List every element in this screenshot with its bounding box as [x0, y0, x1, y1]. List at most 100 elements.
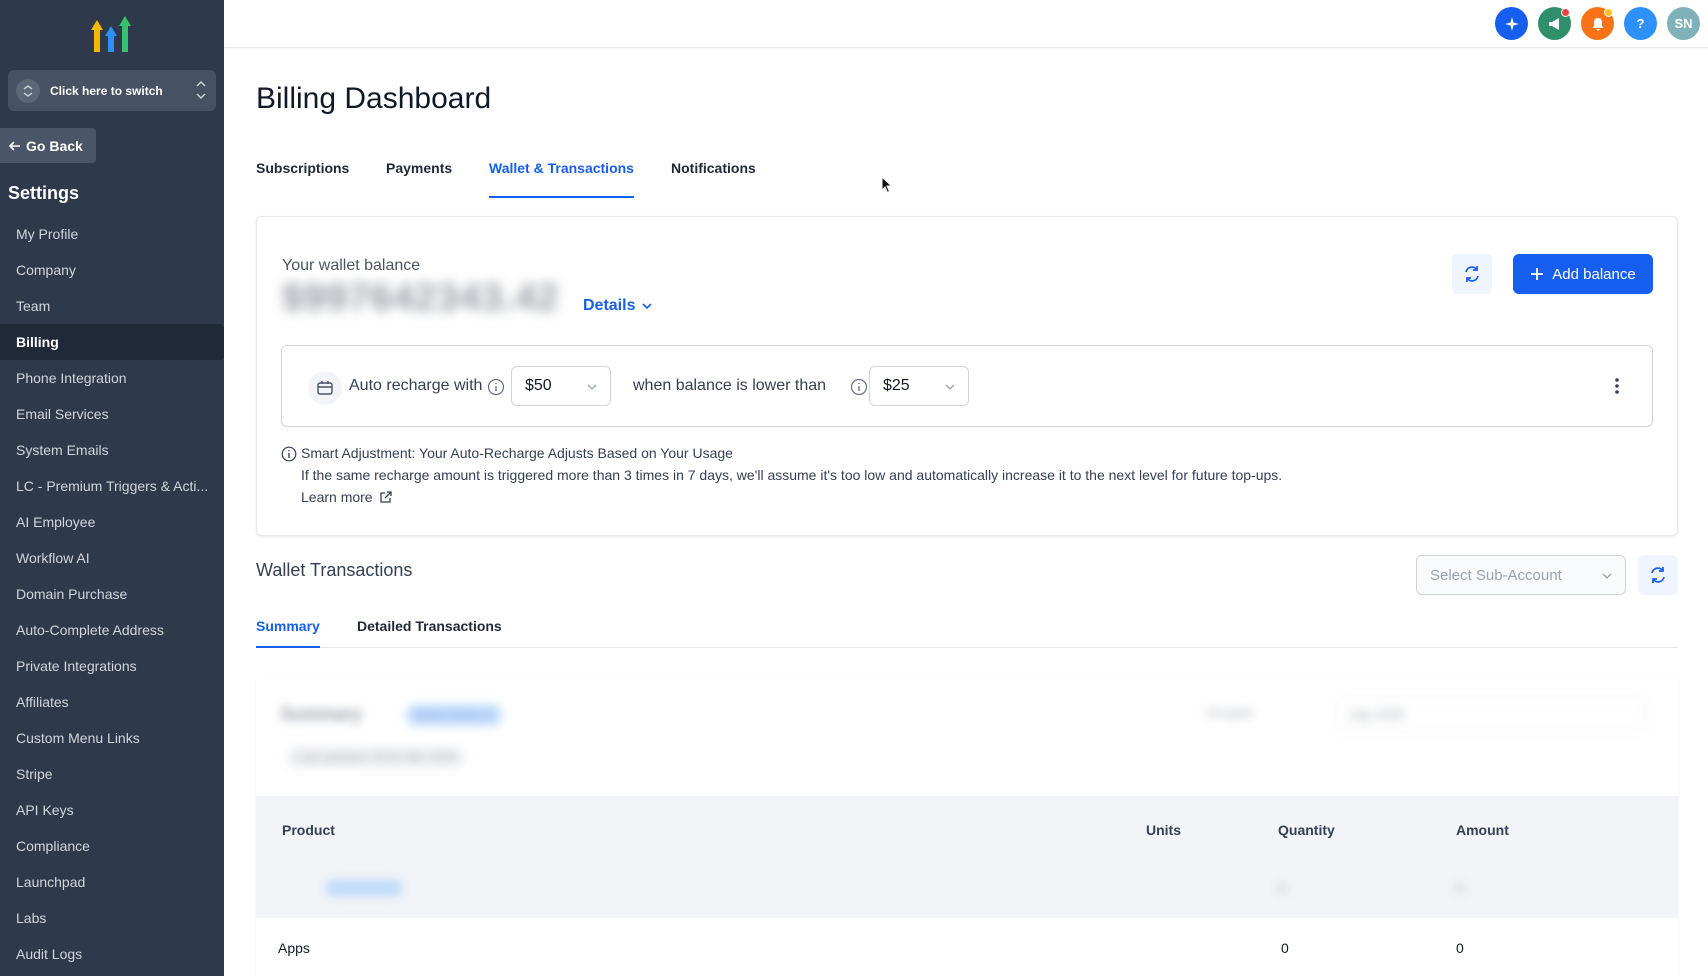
column-header-quantity: Quantity	[1278, 822, 1335, 838]
chevron-down-icon	[587, 384, 597, 390]
sidebar-item-domain-purchase[interactable]: Domain Purchase	[0, 576, 224, 612]
info-icon[interactable]	[487, 378, 505, 396]
calendar-icon	[308, 371, 342, 405]
settings-heading: Settings	[8, 183, 80, 203]
info-icon[interactable]	[850, 378, 868, 396]
wallet-card: Your wallet balance $997642343.42 Detail…	[256, 216, 1678, 536]
switcher-label: Click here to switch	[50, 83, 163, 98]
month-select[interactable]: July 2025	[1336, 696, 1646, 732]
tab-payments[interactable]: Payments	[386, 160, 452, 196]
refresh-transactions-button[interactable]	[1638, 555, 1678, 595]
transactions-subtabs: Summary Detailed Transactions	[256, 618, 1678, 648]
go-back-button[interactable]: Go Back	[0, 128, 96, 163]
wallet-transactions-title: Wallet Transactions	[256, 560, 413, 580]
learn-more-label: Learn more	[301, 489, 373, 505]
auto-recharge-box: Auto recharge with $50 when balance is l…	[281, 345, 1653, 427]
threshold-value: $25	[883, 377, 910, 394]
help-glyph: ?	[1636, 16, 1645, 31]
wallet-balance-value: $997642343.42	[282, 277, 560, 319]
sidebar-item-workflow-ai[interactable]: Workflow AI	[0, 540, 224, 576]
summary-badge: Wallet Balance	[406, 704, 502, 726]
notification-dot	[1604, 8, 1613, 17]
notification-dot	[1561, 8, 1570, 17]
column-header-amount: Amount	[1456, 822, 1509, 838]
last-updated-chip: Last updated: 09:41 AM, 2025	[286, 746, 467, 768]
auto-recharge-label: Auto recharge with	[349, 377, 483, 394]
switch-account-icon	[16, 78, 40, 103]
refresh-icon	[1465, 266, 1479, 282]
column-header-units: Units	[1146, 822, 1181, 838]
sub-account-select[interactable]: Select Sub-Account	[1416, 555, 1626, 595]
blurred-product	[326, 880, 402, 896]
sidebar-item-custom-menu-links[interactable]: Custom Menu Links	[0, 720, 224, 756]
tab-wallet-transactions[interactable]: Wallet & Transactions	[489, 160, 634, 198]
sidebar-item-system-emails[interactable]: System Emails	[0, 432, 224, 468]
bell-icon[interactable]	[1581, 7, 1614, 40]
account-switcher[interactable]: Click here to switch	[8, 70, 216, 111]
sidebar-item-email-services[interactable]: Email Services	[0, 396, 224, 432]
sidebar-item-company[interactable]: Company	[0, 252, 224, 288]
sidebar: Click here to switch Go Back Settings My…	[0, 0, 224, 976]
sparkle-icon[interactable]	[1495, 7, 1528, 40]
sidebar-item-stripe[interactable]: Stripe	[0, 756, 224, 792]
learn-more-link[interactable]: Learn more	[301, 489, 393, 505]
threshold-label: when balance is lower than	[633, 377, 827, 394]
sidebar-item-compliance[interactable]: Compliance	[0, 828, 224, 864]
top-bar: ? SN	[224, 0, 1708, 48]
table-header: Product Units Quantity Amount	[256, 796, 1678, 860]
refresh-icon	[1651, 567, 1665, 583]
go-back-label: Go Back	[26, 137, 83, 154]
wallet-balance-label: Your wallet balance	[282, 257, 421, 274]
details-link[interactable]: Details	[583, 297, 653, 315]
tab-subscriptions[interactable]: Subscriptions	[256, 160, 349, 196]
recharge-amount-select[interactable]: $50	[511, 366, 611, 406]
sidebar-item-private-integrations[interactable]: Private Integrations	[0, 648, 224, 684]
sidebar-item-auto-complete-address[interactable]: Auto-Complete Address	[0, 612, 224, 648]
sidebar-item-ai-employee[interactable]: AI Employee	[0, 504, 224, 540]
page-title: Billing Dashboard	[256, 82, 492, 115]
sub-account-placeholder: Select Sub-Account	[1430, 566, 1562, 584]
details-label: Details	[583, 297, 636, 314]
smart-adjustment-body: If the same recharge amount is triggered…	[301, 467, 1283, 483]
megaphone-icon[interactable]	[1538, 7, 1571, 40]
sidebar-item-api-keys[interactable]: API Keys	[0, 792, 224, 828]
add-balance-label: Add balance	[1552, 265, 1636, 283]
external-link-icon	[379, 491, 392, 503]
tab-summary[interactable]: Summary	[256, 618, 320, 648]
smart-adjustment-title: Smart Adjustment: Your Auto-Recharge Adj…	[301, 445, 733, 461]
more-vertical-icon[interactable]	[1614, 376, 1620, 396]
sidebar-item-launchpad[interactable]: Launchpad	[0, 864, 224, 900]
refresh-balance-button[interactable]	[1452, 254, 1492, 294]
blurred-quantity: 0	[1278, 880, 1286, 896]
summary-heading: Summary	[280, 704, 363, 724]
avatar[interactable]: SN	[1667, 7, 1700, 40]
sidebar-item-billing[interactable]: Billing	[0, 324, 224, 360]
add-balance-button[interactable]: Add balance	[1513, 254, 1653, 294]
threshold-select[interactable]: $25	[869, 366, 969, 406]
help-icon[interactable]: ?	[1624, 7, 1657, 40]
sidebar-item-affiliates[interactable]: Affiliates	[0, 684, 224, 720]
sidebar-item-team[interactable]: Team	[0, 288, 224, 324]
sidebar-item-lc-premium-triggers[interactable]: LC - Premium Triggers & Acti...	[0, 468, 224, 504]
table-row[interactable]: Apps 0 0	[256, 918, 1678, 976]
arrow-left-icon	[8, 140, 20, 151]
sidebar-item-labs[interactable]: Labs	[0, 900, 224, 936]
cell-quantity: 0	[1281, 940, 1289, 956]
tab-notifications[interactable]: Notifications	[671, 160, 756, 196]
mouse-cursor-icon	[881, 176, 893, 194]
group-toggle[interactable]: Grouped	[1206, 706, 1253, 720]
info-icon	[281, 446, 297, 462]
chevron-down-icon	[1602, 573, 1612, 579]
summary-card: Summary Wallet Balance Last updated: 09:…	[256, 678, 1678, 976]
app-logo[interactable]	[90, 14, 134, 54]
sidebar-item-my-profile[interactable]: My Profile	[0, 216, 224, 252]
chevron-down-icon	[945, 384, 955, 390]
chevron-down-icon	[642, 303, 653, 310]
sidebar-item-audit-logs[interactable]: Audit Logs	[0, 936, 224, 972]
column-header-product: Product	[282, 822, 335, 838]
recharge-amount-value: $50	[525, 377, 552, 394]
tab-detailed-transactions[interactable]: Detailed Transactions	[357, 618, 502, 646]
cell-amount: 0	[1456, 940, 1464, 956]
table-row[interactable]: 0 0	[256, 860, 1678, 918]
sidebar-item-phone-integration[interactable]: Phone Integration	[0, 360, 224, 396]
